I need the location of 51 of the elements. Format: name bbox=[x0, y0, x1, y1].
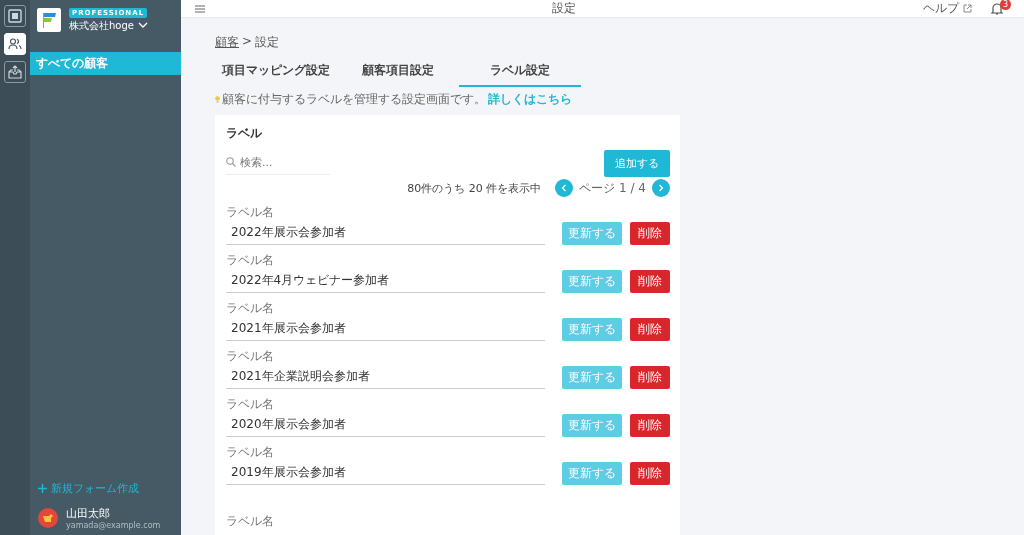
delete-button[interactable]: 削除 bbox=[630, 414, 670, 437]
label-name-field[interactable]: 2020年展示会参加者 bbox=[226, 416, 545, 437]
chevron-right-icon bbox=[658, 184, 664, 192]
page-indicator: ページ 1 / 4 bbox=[579, 179, 646, 197]
logo-icon bbox=[37, 8, 61, 32]
rail-button[interactable] bbox=[4, 5, 26, 27]
delete-button[interactable]: 削除 bbox=[630, 270, 670, 293]
avatar-icon bbox=[38, 508, 58, 528]
new-form-link[interactable]: 新規フォーム作成 bbox=[51, 481, 139, 496]
tab[interactable]: 項目マッピング設定 bbox=[215, 57, 337, 87]
notification-badge: 3 bbox=[1000, 0, 1011, 10]
breadcrumb-separator: > bbox=[242, 34, 253, 50]
breadcrumb-current: 設定 bbox=[255, 34, 280, 51]
field-label: ラベル名 bbox=[226, 396, 275, 413]
card-title: ラベル bbox=[226, 125, 263, 142]
field-label: ラベル名 bbox=[226, 300, 275, 317]
label-name-field[interactable]: 2021年企業説明会参加者 bbox=[226, 368, 545, 389]
users-icon bbox=[8, 37, 22, 51]
breadcrumb-link[interactable]: 顧客 bbox=[215, 34, 239, 51]
label-name-field[interactable]: 2022年4月ウェビナー参加者 bbox=[226, 272, 545, 293]
label-name-field[interactable]: 2022年展示会参加者 bbox=[226, 224, 545, 245]
window-icon bbox=[8, 9, 22, 23]
rail-button[interactable] bbox=[4, 61, 26, 83]
plus-icon[interactable] bbox=[38, 484, 47, 493]
company-name[interactable]: 株式会社hoge bbox=[69, 18, 134, 33]
label-name-field[interactable]: 2019年展示会参加者 bbox=[226, 464, 545, 485]
label-name-field[interactable]: 2021年展示会参加者 bbox=[226, 320, 545, 341]
field-label: ラベル名 bbox=[226, 348, 275, 365]
search-icon bbox=[226, 157, 236, 167]
page-title: 設定 bbox=[551, 0, 577, 17]
user-email: yamada@example.com bbox=[66, 521, 161, 530]
field-label: ラベル名 bbox=[226, 252, 275, 269]
delete-button[interactable]: 削除 bbox=[630, 318, 670, 341]
bell-icon[interactable] bbox=[990, 1, 1004, 16]
tab[interactable]: 顧客項目設定 bbox=[337, 57, 459, 87]
field-label: ラベル名 bbox=[226, 513, 275, 530]
chevron-left-icon bbox=[561, 184, 568, 192]
field-label: ラベル名 bbox=[226, 444, 275, 461]
user-name: 山田太郎 bbox=[66, 506, 111, 521]
help-link[interactable]: ヘルプ bbox=[923, 0, 959, 17]
delete-button[interactable]: 削除 bbox=[630, 366, 670, 389]
chevron-down-icon[interactable] bbox=[137, 22, 148, 29]
field-label: ラベル名 bbox=[226, 204, 275, 221]
result-count: 80件のうち 20 件を表示中 bbox=[407, 180, 542, 196]
hint-text: 顧客に付与するラベルを管理する設定画面です。 bbox=[222, 91, 486, 108]
external-link-icon[interactable] bbox=[963, 4, 972, 13]
bulb-icon bbox=[215, 96, 220, 103]
inbox-upload-icon bbox=[8, 65, 22, 79]
delete-button[interactable]: 削除 bbox=[630, 462, 670, 485]
delete-button[interactable]: 削除 bbox=[630, 222, 670, 245]
tab[interactable]: ラベル設定 bbox=[459, 57, 581, 87]
